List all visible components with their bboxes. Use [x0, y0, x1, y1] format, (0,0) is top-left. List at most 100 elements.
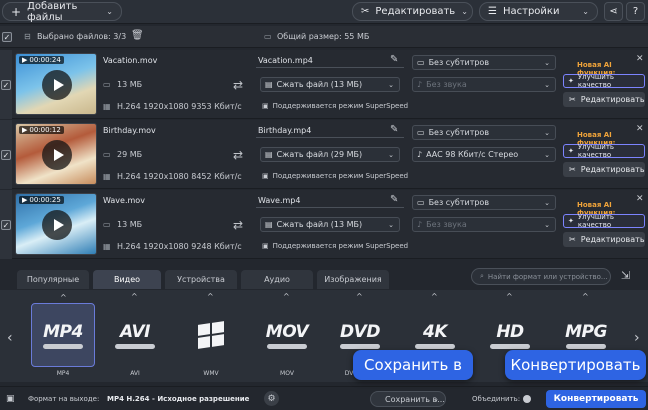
caret-up-icon: ^	[283, 292, 290, 301]
audio-select[interactable]: ♪ AAC 98 Кбит/с Стерео ⌄	[412, 147, 556, 162]
output-file-name[interactable]: Vacation.mp4	[258, 56, 313, 65]
save-to-button[interactable]: Сохранить в... ⌄	[370, 391, 446, 407]
format-settings-icon[interactable]: ⇲	[621, 269, 630, 282]
edit-toolbar-button[interactable]: ✂ Редактировать ⌄	[352, 2, 473, 21]
play-icon[interactable]	[42, 70, 72, 100]
format-logo: HD	[496, 321, 524, 342]
superspeed-icon: ▣	[262, 102, 269, 110]
format-tile[interactable]: ^ MP4	[31, 293, 95, 367]
source-file-name: Vacation.mov	[103, 56, 158, 65]
edit-file-label: Редактировать	[580, 235, 645, 244]
edit-file-button[interactable]: ✂ Редактировать	[563, 232, 645, 247]
source-file-info: H.264 1920x1080 9248 Кбит/с	[117, 242, 242, 251]
edit-file-button[interactable]: ✂ Редактировать	[563, 162, 645, 177]
edit-file-label: Редактировать	[580, 95, 645, 104]
compress-icon: ▤	[265, 220, 273, 229]
help-button[interactable]: ?	[626, 2, 645, 21]
format-logo: DVD	[340, 321, 380, 342]
add-files-button[interactable]: + Добавить файлы ⌄	[2, 1, 122, 23]
format-badge-icon	[340, 343, 380, 349]
source-file-info: H.264 1920x1080 8452 Кбит/с	[117, 172, 242, 181]
edit-file-button[interactable]: ✂ Редактировать	[563, 92, 645, 107]
search-icon: ⌕	[480, 272, 484, 280]
convert-button[interactable]: Конвертировать	[546, 390, 646, 408]
top-toolbar: + Добавить файлы ⌄ ✂ Редактировать ⌄ ☰ Н…	[0, 0, 648, 24]
compress-select[interactable]: ▤ Сжать файл (29 МБ) ⌄	[260, 147, 400, 162]
enhance-quality-button[interactable]: ✦ Улучшить качество	[563, 143, 645, 159]
tab-video[interactable]: Видео	[93, 270, 161, 289]
chevron-down-icon: ⌄	[544, 220, 550, 229]
output-format-value: MP4 H.264 - Исходное разрешение	[107, 395, 250, 403]
convert-arrows-icon: ⇄	[233, 78, 244, 92]
play-icon[interactable]	[42, 140, 72, 170]
format-search-input[interactable]: ⌕ Найти формат или устройство...	[471, 268, 611, 285]
audio-select[interactable]: ♪ Без звука ⌄	[412, 77, 556, 92]
file-checkbox[interactable]: ✓	[1, 80, 11, 90]
enhance-quality-label: Улучшить качество	[577, 73, 615, 89]
sparkle-icon: ✦	[568, 217, 574, 225]
compress-icon: ▤	[265, 150, 273, 159]
scissors-icon: ✂	[569, 95, 576, 104]
file-row[interactable]: ✓ ▶ 00:00:24 Vacation.mov ▭ 13 МБ ▦ H.264…	[0, 50, 648, 119]
pencil-icon[interactable]: ✎	[390, 54, 398, 65]
compress-select[interactable]: ▤ Сжать файл (13 МБ) ⌄	[260, 77, 400, 92]
tab-popular[interactable]: Популярные	[17, 270, 89, 289]
format-label: WMV	[203, 370, 219, 377]
chevron-down-icon: ⌄	[544, 58, 550, 67]
superspeed-text: Поддерживается режим SuperSpeed	[272, 172, 409, 180]
video-thumbnail[interactable]: ▶ 00:00:12	[15, 123, 97, 185]
carousel-left-arrow[interactable]: ‹	[7, 330, 13, 346]
duration-badge: ▶ 00:00:24	[19, 56, 64, 64]
file-checkbox[interactable]: ✓	[1, 220, 11, 230]
format-tile[interactable]: ^ AVI	[103, 292, 167, 367]
superspeed-note: ▣ Поддерживается режим SuperSpeed	[262, 172, 408, 180]
select-all-checkbox[interactable]: ✓	[2, 32, 12, 42]
subtitles-select[interactable]: ▭ Без субтитров ⌄	[412, 55, 556, 70]
format-logo: MOV	[265, 321, 309, 342]
enhance-quality-button[interactable]: ✦ Улучшить качество	[563, 213, 645, 229]
settings-icon: ☰	[488, 6, 497, 17]
carousel-right-arrow[interactable]: ›	[634, 330, 640, 346]
compress-select[interactable]: ▤ Сжать файл (13 МБ) ⌄	[260, 217, 400, 232]
format-label: AVI	[130, 370, 140, 377]
search-placeholder: Найти формат или устройство...	[487, 272, 608, 281]
share-button[interactable]: ⋖	[604, 2, 623, 21]
audio-select[interactable]: ♪ Без звука ⌄	[412, 217, 556, 232]
output-file-name[interactable]: Birthday.mp4	[258, 126, 311, 135]
format-badge-icon	[267, 343, 307, 349]
chevron-down-icon: ⌄	[388, 220, 394, 229]
trash-icon[interactable]: 🗑	[131, 30, 144, 41]
superspeed-text: Поддерживается режим SuperSpeed	[272, 242, 409, 250]
subtitles-select[interactable]: ▭ Без субтитров ⌄	[412, 195, 556, 210]
format-tile[interactable]: ^ MOV	[255, 292, 319, 367]
superspeed-text: Поддерживается режим SuperSpeed	[272, 102, 409, 110]
file-row[interactable]: ✓ ▶ 00:00:25 Wave.mov ▭ 13 МБ ▦ H.264 192…	[0, 190, 648, 259]
tab-images[interactable]: Изображения	[317, 270, 389, 289]
settings-button[interactable]: ☰ Настройки ⌄	[479, 2, 598, 21]
plus-icon: +	[11, 4, 22, 19]
pencil-icon[interactable]: ✎	[390, 194, 398, 205]
video-thumbnail[interactable]: ▶ 00:00:25	[15, 193, 97, 255]
compress-value: Сжать файл (29 МБ)	[276, 150, 363, 159]
tab-devices[interactable]: Устройства	[165, 270, 237, 289]
subtitles-select[interactable]: ▭ Без субтитров ⌄	[412, 125, 556, 140]
tab-audio[interactable]: Аудио	[241, 270, 313, 289]
superspeed-note: ▣ Поддерживается режим SuperSpeed	[262, 242, 408, 250]
merge-toggle[interactable]	[523, 395, 531, 403]
file-icon: ▭	[103, 80, 111, 89]
subtitles-value: Без субтитров	[428, 128, 490, 137]
chevron-down-icon: ⌄	[433, 395, 439, 403]
audio-icon: ♪	[417, 80, 423, 89]
file-checkbox[interactable]: ✓	[1, 150, 11, 160]
pencil-icon[interactable]: ✎	[390, 124, 398, 135]
convert-arrows-icon: ⇄	[233, 148, 244, 162]
edit-file-label: Редактировать	[580, 165, 645, 174]
enhance-quality-button[interactable]: ✦ Улучшить качество	[563, 73, 645, 89]
format-label: MP4	[56, 370, 70, 377]
output-file-name[interactable]: Wave.mp4	[258, 196, 300, 205]
format-gear-icon[interactable]: ⚙	[264, 391, 279, 406]
file-row[interactable]: ✓ ▶ 00:00:12 Birthday.mov ▭ 29 МБ ▦ H.264…	[0, 120, 648, 189]
video-thumbnail[interactable]: ▶ 00:00:24	[15, 53, 97, 115]
format-tile[interactable]: ^	[179, 292, 243, 367]
play-icon[interactable]	[42, 210, 72, 240]
